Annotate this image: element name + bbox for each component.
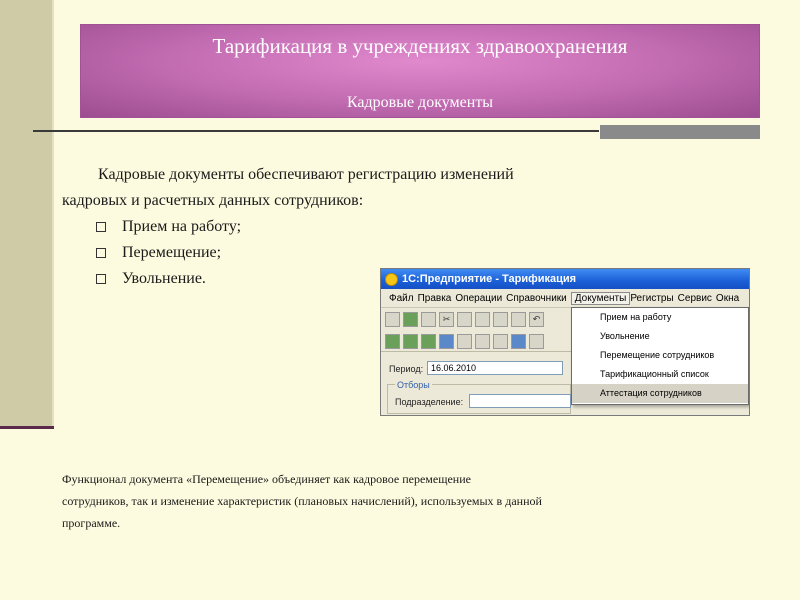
divider-accent — [600, 125, 760, 139]
checkbox-bullet-icon — [96, 248, 106, 258]
menu-item-attestation[interactable]: Аттестация сотрудников — [572, 384, 748, 403]
app-titlebar: 1С:Предприятие - Тарификация — [381, 269, 749, 289]
footer-line-2: сотрудников, так и изменение характерист… — [62, 494, 542, 508]
help-icon[interactable] — [529, 333, 544, 349]
table-icon[interactable] — [475, 333, 490, 349]
divider-line — [33, 130, 599, 132]
menu-item-operations[interactable]: Операции — [455, 293, 506, 304]
copy-icon[interactable] — [457, 311, 472, 327]
app-menubar: Файл Правка Операции Справочники Докумен… — [381, 289, 749, 308]
menu-item-windows[interactable]: Окна — [716, 293, 743, 304]
menu-item-tariff-list[interactable]: Тарификационный список — [572, 365, 748, 384]
intro-line-1: Кадровые документы обеспечивают регистра… — [98, 166, 514, 183]
list-item: Прием на работу; — [96, 214, 241, 240]
department-label: Подразделение: — [395, 397, 464, 407]
document-list: Прием на работу; Перемещение; Увольнение… — [96, 214, 241, 292]
menu-item-registers[interactable]: Регистры — [630, 293, 677, 304]
page-subtitle: Кадровые документы — [346, 94, 494, 111]
checkbox-bullet-icon — [96, 222, 106, 232]
menu-item-dismissal[interactable]: Увольнение — [572, 327, 748, 346]
menu-item-service[interactable]: Сервис — [678, 293, 716, 304]
calculator-icon[interactable] — [511, 333, 526, 349]
new-icon[interactable] — [385, 311, 400, 327]
list-icon[interactable] — [457, 333, 472, 349]
checkbox-bullet-icon — [96, 274, 106, 284]
footer-line-3: программе. — [62, 516, 121, 530]
left-decor-line — [0, 426, 54, 429]
print-icon[interactable] — [493, 311, 508, 327]
list-item-text: Увольнение. — [122, 270, 206, 287]
cut-icon[interactable]: ✂ — [439, 311, 454, 327]
period-label: Период: — [389, 364, 424, 374]
department-input[interactable] — [469, 394, 571, 408]
report-icon[interactable] — [421, 333, 436, 349]
list-item: Увольнение. — [96, 266, 241, 292]
settings-icon[interactable] — [493, 333, 508, 349]
intro-paragraph: Кадровые документы обеспечивают регистра… — [62, 162, 662, 214]
title-banner: Тарификация в учреждениях здравоохранени… — [80, 24, 760, 118]
list-item: Перемещение; — [96, 240, 241, 266]
filters-group-label: Отборы — [395, 380, 432, 390]
menu-item-documents[interactable]: Документы — [570, 291, 631, 305]
undo-icon[interactable]: ↶ — [529, 311, 544, 327]
left-decor-edge — [52, 0, 54, 426]
list-item-text: Перемещение; — [122, 244, 222, 261]
menu-item-edit[interactable]: Правка — [418, 293, 456, 304]
menu-item-file[interactable]: Файл — [389, 293, 418, 304]
left-decor-bar — [0, 0, 52, 426]
open-icon[interactable] — [403, 311, 418, 327]
list-item-text: Прием на работу; — [122, 218, 242, 235]
app-screenshot: 1С:Предприятие - Тарификация Файл Правка… — [380, 268, 750, 416]
menu-item-directories[interactable]: Справочники — [506, 293, 571, 304]
menu-item-transfer[interactable]: Перемещение сотрудников — [572, 346, 748, 365]
footer-paragraph: Функционал документа «Перемещение» объед… — [62, 468, 742, 534]
menu-item-hire[interactable]: Прием на работу — [572, 308, 748, 327]
app-title: 1С:Предприятие - Тарификация — [402, 273, 577, 285]
documents-dropdown-menu: Прием на работу Увольнение Перемещение с… — [571, 307, 749, 405]
intro-line-2: кадровых и расчетных данных сотрудников: — [62, 192, 364, 209]
footer-line-1: Функционал документа «Перемещение» объед… — [62, 472, 471, 486]
app-logo-icon — [385, 272, 398, 286]
save-icon[interactable] — [421, 311, 436, 327]
register-icon[interactable] — [439, 333, 454, 349]
journal-icon[interactable] — [385, 333, 400, 349]
app-form: Период: 16.06.2010 Отборы Подразделение: — [381, 351, 571, 415]
page-title: Тарификация в учреждениях здравоохранени… — [212, 34, 628, 58]
period-input[interactable]: 16.06.2010 — [427, 361, 563, 375]
document-icon[interactable] — [403, 333, 418, 349]
preview-icon[interactable] — [511, 311, 526, 327]
paste-icon[interactable] — [475, 311, 490, 327]
